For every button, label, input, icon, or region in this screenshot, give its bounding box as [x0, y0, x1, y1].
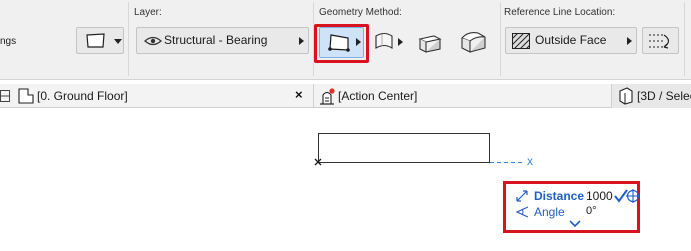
floor-plan-icon	[18, 88, 34, 104]
layer-value: Structural - Bearing	[164, 33, 268, 47]
outside-face-icon	[512, 33, 530, 49]
chevron-right-icon	[627, 37, 632, 45]
geometry-trapezoid-button[interactable]	[417, 30, 443, 56]
angle-icon	[515, 206, 529, 218]
close-tab-button[interactable]: ×	[295, 87, 303, 102]
group-divider	[684, 2, 685, 76]
chevron-right-icon	[299, 37, 304, 45]
angle-value[interactable]: 0°	[586, 205, 597, 217]
geometry-polygonal-button[interactable]	[458, 28, 488, 56]
tab-action-center-label: [Action Center]	[338, 89, 418, 103]
wall-shape-group: ngs	[0, 0, 128, 80]
chevron-right-icon	[398, 38, 403, 46]
info-box-toolbar: ngs Layer: Structural - Bearing Geometry…	[0, 0, 691, 80]
reference-line-group: Reference Line Location: Outside Face	[501, 0, 691, 80]
distance-label: Distance	[534, 189, 585, 203]
geometry-method-group: Geometry Method:	[314, 0, 500, 80]
expand-chevron-icon[interactable]	[569, 220, 581, 228]
reference-line-label: Reference Line Location:	[504, 7, 616, 18]
tab-ground-floor[interactable]: [0. Ground Floor] ×	[0, 84, 313, 108]
action-center-icon	[320, 88, 335, 105]
layer-group: Layer: Structural - Bearing	[129, 0, 313, 80]
wall-shape-icon	[86, 33, 105, 48]
3d-view-icon	[619, 87, 633, 105]
layer-group-label: Layer:	[134, 7, 162, 18]
tracker-panel[interactable]: Distance 1000 Angle 0°	[503, 181, 640, 233]
flip-reference-line-button[interactable]	[642, 27, 679, 54]
geometry-method-highlight	[314, 24, 369, 63]
wall-preview	[318, 133, 490, 163]
tab-3d-view-label: [3D / Selec	[637, 89, 691, 103]
x-axis-label: x	[527, 154, 533, 168]
geometry-curved-button[interactable]	[372, 30, 406, 56]
layer-selector[interactable]: Structural - Bearing	[136, 27, 309, 54]
eye-icon	[144, 36, 162, 46]
settings-label-fragment: ngs	[0, 36, 17, 47]
crosshair-icon[interactable]	[626, 189, 640, 203]
flip-direction-icon	[649, 34, 670, 49]
angle-label: Angle	[534, 205, 565, 219]
distance-value[interactable]: 1000	[586, 189, 613, 203]
geometry-method-label: Geometry Method:	[319, 7, 402, 18]
tab-ground-floor-label: [0. Ground Floor]	[37, 89, 128, 103]
tab-action-center[interactable]: [Action Center]	[314, 84, 611, 108]
polygonal-wall-icon	[461, 32, 486, 53]
chevron-down-icon	[114, 39, 122, 44]
trapezoid-wall-icon	[418, 35, 442, 53]
curved-wall-icon	[375, 32, 393, 49]
wall-shape-picker[interactable]	[76, 27, 124, 54]
reference-line-value: Outside Face	[535, 33, 607, 47]
view-tab-bar: [0. Ground Floor] × [Action Center] [3D …	[0, 84, 691, 108]
distance-icon	[516, 190, 528, 202]
tab-3d-view[interactable]: [3D / Selec	[611, 84, 691, 108]
reference-line-selector[interactable]: Outside Face	[505, 27, 637, 54]
tab-overflow-icon	[0, 90, 10, 102]
